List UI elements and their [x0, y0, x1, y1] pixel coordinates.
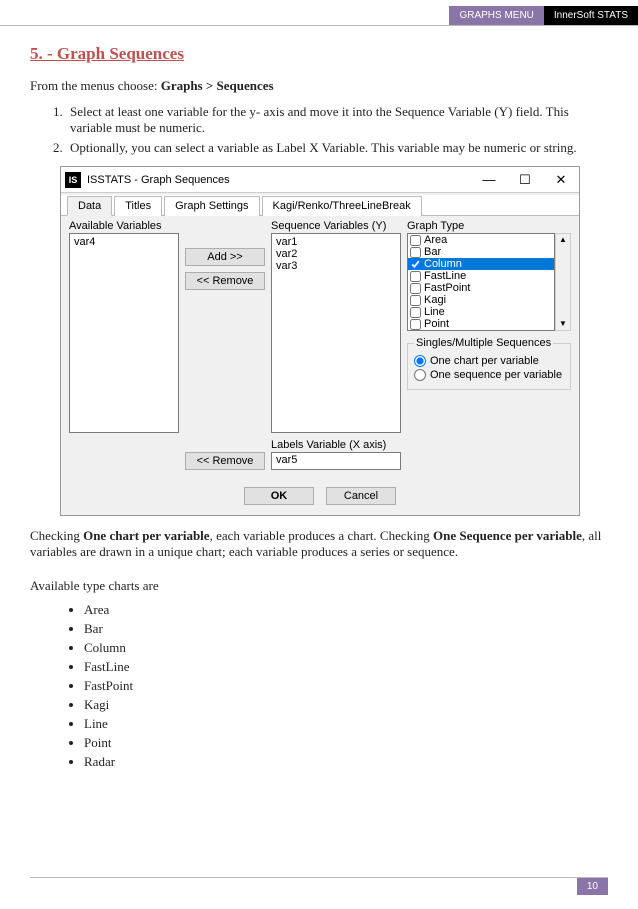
- gt-checkbox[interactable]: [410, 271, 421, 282]
- page-number: 10: [577, 878, 608, 895]
- list-item: Column: [84, 640, 608, 656]
- list-item[interactable]: var3: [274, 260, 398, 272]
- close-button[interactable]: ✕: [543, 167, 579, 193]
- gt-kagi[interactable]: Kagi: [408, 294, 554, 306]
- available-label: Available Variables: [69, 220, 179, 232]
- list-item: FastLine: [84, 659, 608, 675]
- gt-fastline[interactable]: FastLine: [408, 270, 554, 282]
- list-item[interactable]: var2: [274, 248, 398, 260]
- available-listbox[interactable]: var4: [69, 233, 179, 433]
- titlebar[interactable]: IS ISSTATS - Graph Sequences — ☐ ✕: [61, 167, 579, 193]
- radio-one-sequence[interactable]: One sequence per variable: [414, 369, 564, 381]
- explanation-paragraph: Checking One chart per variable, each va…: [30, 528, 608, 560]
- add-button[interactable]: Add >>: [185, 248, 265, 266]
- labelx-input[interactable]: var5: [271, 452, 401, 470]
- available-types-label: Available type charts are: [30, 578, 608, 594]
- steps-list: Select at least one variable for the y- …: [66, 104, 608, 156]
- list-item[interactable]: var4: [72, 236, 176, 248]
- tab-data[interactable]: Data: [67, 196, 112, 216]
- cancel-button[interactable]: Cancel: [326, 487, 396, 505]
- gt-checkbox[interactable]: [410, 319, 421, 330]
- list-item[interactable]: var1: [274, 236, 398, 248]
- gt-bar[interactable]: Bar: [408, 246, 554, 258]
- radio-input[interactable]: [414, 355, 426, 367]
- scrollbar[interactable]: ▲ ▼: [555, 233, 571, 331]
- dialog-window: IS ISSTATS - Graph Sequences — ☐ ✕ Data …: [60, 166, 580, 516]
- graph-type-label: Graph Type: [407, 220, 571, 232]
- singles-multiple-legend: Singles/Multiple Sequences: [414, 337, 553, 349]
- intro-prefix: From the menus choose:: [30, 78, 161, 93]
- tab-graph-settings[interactable]: Graph Settings: [164, 196, 259, 216]
- header-bar: GRAPHS MENU InnerSoft STATS: [0, 6, 638, 26]
- gt-checkbox[interactable]: [410, 295, 421, 306]
- window-title: ISSTATS - Graph Sequences: [87, 174, 471, 186]
- gt-column[interactable]: Column: [408, 258, 554, 270]
- minimize-button[interactable]: —: [471, 167, 507, 193]
- page-footer: 10: [0, 877, 638, 895]
- ok-button[interactable]: OK: [244, 487, 314, 505]
- list-item: Radar: [84, 754, 608, 770]
- intro-menu-path: Graphs > Sequences: [161, 78, 274, 93]
- section-title: 5. - Graph Sequences: [30, 44, 608, 64]
- sequence-label: Sequence Variables (Y): [271, 220, 401, 232]
- gt-area[interactable]: Area: [408, 234, 554, 246]
- list-item: Bar: [84, 621, 608, 637]
- sequence-listbox[interactable]: var1 var2 var3: [271, 233, 401, 433]
- gt-checkbox[interactable]: [410, 247, 421, 258]
- gt-checkbox[interactable]: [410, 283, 421, 294]
- maximize-button[interactable]: ☐: [507, 167, 543, 193]
- list-item: FastPoint: [84, 678, 608, 694]
- list-item: Kagi: [84, 697, 608, 713]
- gt-fastpoint[interactable]: FastPoint: [408, 282, 554, 294]
- step-item: Select at least one variable for the y- …: [66, 104, 608, 136]
- intro: From the menus choose: Graphs > Sequence…: [30, 78, 608, 94]
- scroll-up-icon[interactable]: ▲: [556, 234, 570, 246]
- gt-checkbox[interactable]: [410, 235, 421, 246]
- header-left: GRAPHS MENU: [449, 6, 543, 25]
- singles-multiple-group: Singles/Multiple Sequences One chart per…: [407, 337, 571, 390]
- gt-checkbox[interactable]: [410, 259, 421, 270]
- gt-line[interactable]: Line: [408, 306, 554, 318]
- list-item: Line: [84, 716, 608, 732]
- labelx-label: Labels Variable (X axis): [271, 439, 401, 451]
- step-item: Optionally, you can select a variable as…: [66, 140, 608, 156]
- tabs-bar: Data Titles Graph Settings Kagi/Renko/Th…: [61, 195, 579, 216]
- graph-type-listbox[interactable]: Area Bar Column FastLine FastPoint Kagi …: [407, 233, 555, 331]
- scroll-down-icon[interactable]: ▼: [556, 318, 570, 330]
- radio-input[interactable]: [414, 369, 426, 381]
- gt-checkbox[interactable]: [410, 307, 421, 318]
- list-item: Area: [84, 602, 608, 618]
- remove-label-button[interactable]: << Remove: [185, 452, 265, 470]
- list-item: Point: [84, 735, 608, 751]
- remove-button[interactable]: << Remove: [185, 272, 265, 290]
- tab-kagi[interactable]: Kagi/Renko/ThreeLineBreak: [262, 196, 422, 216]
- gt-point[interactable]: Point: [408, 318, 554, 330]
- tab-titles[interactable]: Titles: [114, 196, 162, 216]
- header-right: InnerSoft STATS: [544, 6, 638, 25]
- chart-types-list: Area Bar Column FastLine FastPoint Kagi …: [84, 602, 608, 770]
- app-icon: IS: [65, 172, 81, 188]
- radio-one-chart[interactable]: One chart per variable: [414, 355, 564, 367]
